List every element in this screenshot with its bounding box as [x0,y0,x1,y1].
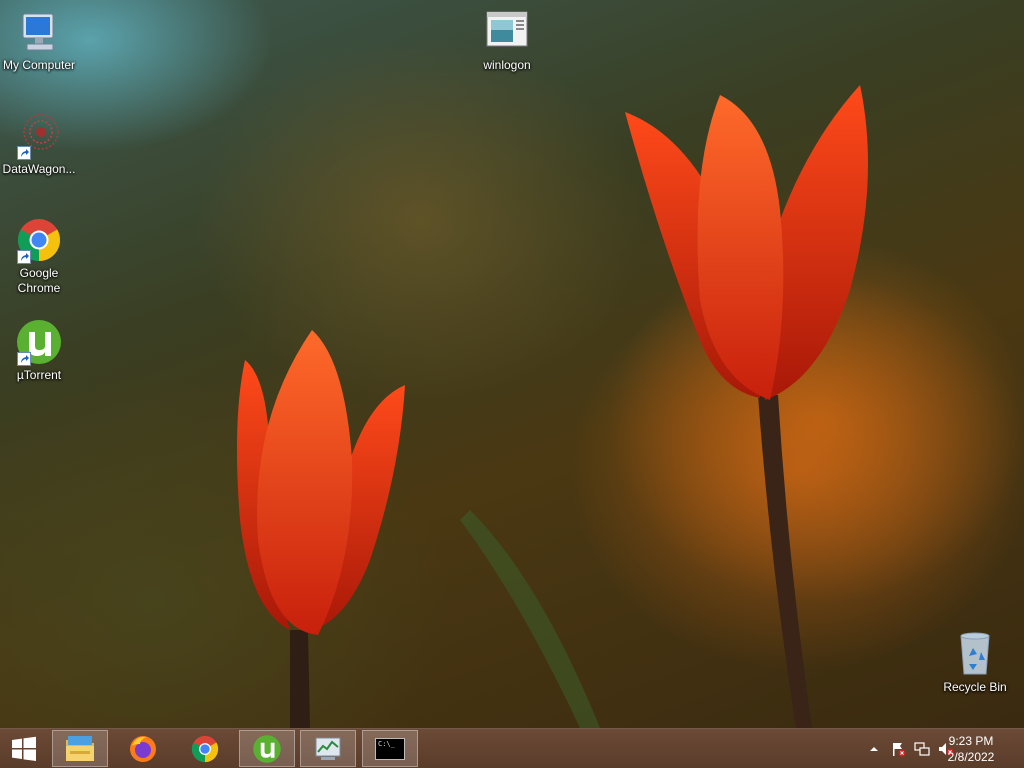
clock-date: 2/8/2022 [947,750,995,764]
taskbar-clock[interactable]: 9:23 PM 2/8/2022 [936,733,1006,765]
utorrent-icon [15,318,63,366]
taskbar-command-prompt-button[interactable]: C:\_ [362,730,418,767]
shortcut-arrow-icon [17,352,31,366]
utorrent-icon [253,734,281,763]
network-icon[interactable] [914,741,930,757]
taskbar: C:\_ 9:23 PM 2/8/2022 [0,728,1024,768]
computer-icon [15,8,63,56]
desktop-icon-label: My Computer [2,58,76,72]
desktop-icon-label: µTorrent [16,368,62,382]
desktop-icon-recycle-bin[interactable]: Recycle Bin [936,630,1014,695]
task-manager-icon [315,737,341,760]
datawagon-icon [15,112,63,160]
shortcut-arrow-icon [17,146,31,160]
firefox-icon [130,735,156,762]
desktop-icon-utorrent[interactable]: µTorrent [0,318,78,383]
desktop-icon-label: winlogon [483,58,531,72]
chevron-up-icon[interactable] [866,741,882,757]
desktop-icon-my-computer[interactable]: My Computer [0,8,78,73]
system-tray: 9:23 PM 2/8/2022 [834,729,1024,768]
chrome-icon [15,216,63,264]
taskbar-task-manager-button[interactable] [300,730,356,767]
desktop-icon-label: Recycle Bin [943,680,1007,694]
folder-icon [66,735,94,761]
chrome-icon [191,735,219,762]
wallpaper-image [236,85,1024,728]
application-window-icon [483,8,531,56]
taskbar-utorrent-button[interactable] [239,730,295,767]
action-center-flag-icon[interactable] [890,741,906,757]
desktop-icon-datawagon[interactable]: DataWagon... [0,112,78,177]
taskbar-firefox-button[interactable] [115,730,171,767]
desktop-icon-label: Google Chrome [17,266,61,295]
taskbar-file-explorer-button[interactable] [52,730,108,767]
desktop-icon-google-chrome[interactable]: Google Chrome [0,216,78,296]
desktop-icon-label: DataWagon... [2,162,76,176]
command-prompt-text: C:\_ [378,739,395,748]
clock-time: 9:23 PM [948,734,994,748]
command-prompt-icon: C:\_ [375,737,405,760]
recycle-bin-icon [951,630,999,678]
windows-logo-icon [12,736,36,761]
shortcut-arrow-icon [17,250,31,264]
taskbar-chrome-button[interactable] [177,730,233,767]
desktop-icon-winlogon[interactable]: winlogon [468,8,546,73]
desktop[interactable]: My Computer DataWagon... Google Chrome µ… [0,0,1024,728]
start-button[interactable] [0,729,48,768]
